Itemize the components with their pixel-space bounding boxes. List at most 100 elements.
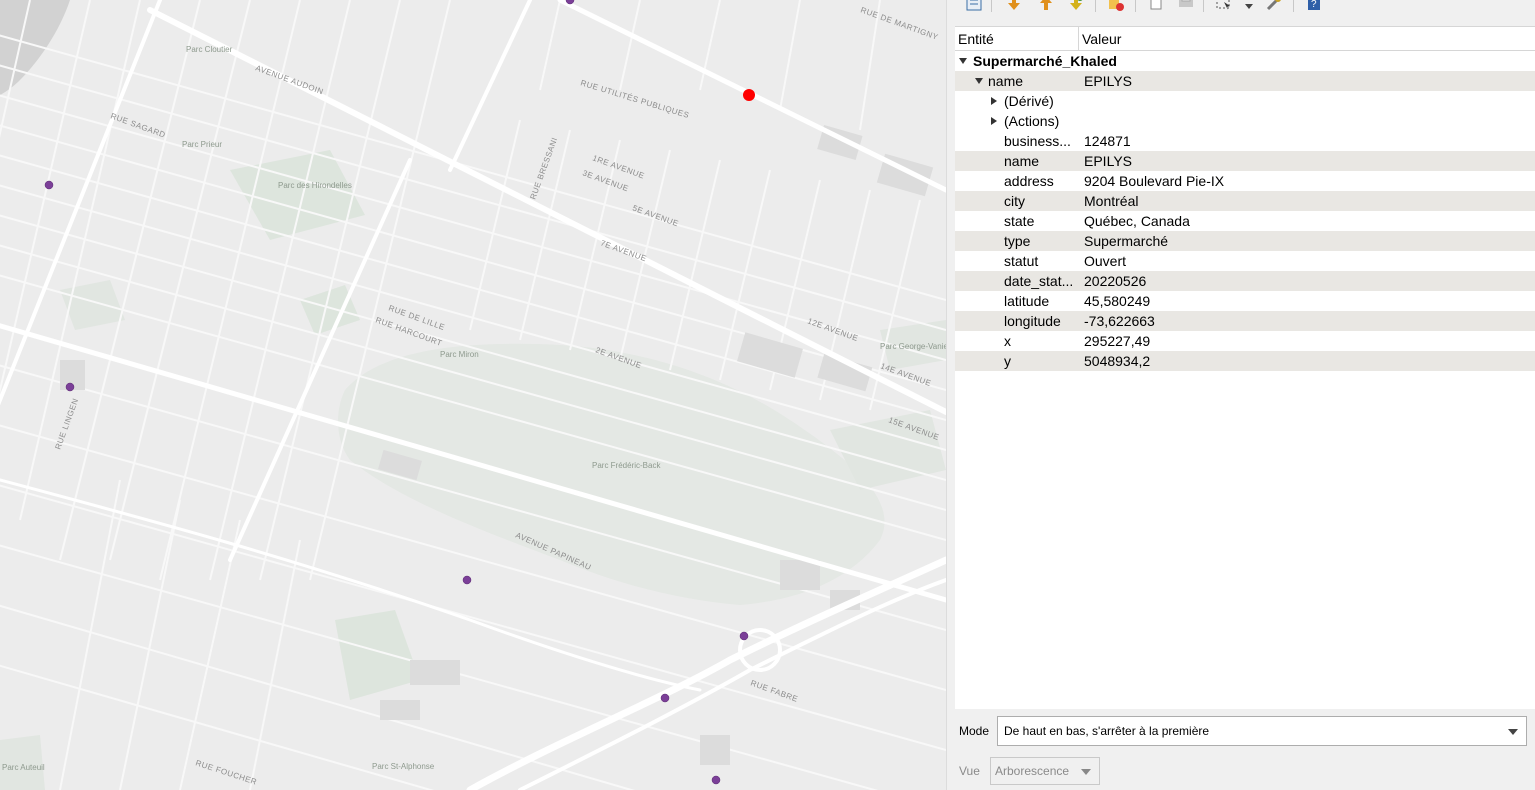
- expand-icon[interactable]: [1005, 0, 1023, 12]
- selected-map-point: [743, 89, 755, 101]
- feature-row[interactable]: name EPILYS: [955, 71, 1535, 91]
- attribute-row[interactable]: state Québec, Canada: [955, 211, 1535, 231]
- svg-text:Parc Cloutier: Parc Cloutier: [186, 45, 233, 54]
- attribute-row[interactable]: latitude 45,580249: [955, 291, 1535, 311]
- column-header-value[interactable]: Valeur: [1079, 27, 1121, 50]
- attribute-key: name: [1004, 153, 1040, 169]
- view-row: Vue Arborescence: [955, 757, 1535, 785]
- toolbar-separator: [1293, 0, 1294, 12]
- mode-select[interactable]: De haut en bas, s'arrêter à la première: [997, 716, 1527, 746]
- attribute-row[interactable]: longitude -73,622663: [955, 311, 1535, 331]
- attribute-key: x: [1004, 333, 1011, 349]
- attribute-row[interactable]: y 5048934,2: [955, 351, 1535, 371]
- view-label: Vue: [959, 764, 980, 778]
- attribute-value: Ouvert: [1084, 253, 1127, 269]
- map-point: [660, 693, 670, 703]
- feature-value: EPILYS: [1084, 73, 1132, 89]
- highlight-icon[interactable]: [1067, 0, 1085, 12]
- mode-row: Mode De haut en bas, s'arrêter à la prem…: [955, 716, 1535, 748]
- attribute-value: EPILYS: [1084, 153, 1132, 169]
- svg-text:Parc St-Alphonse: Parc St-Alphonse: [372, 762, 435, 771]
- attribute-value: -73,622663: [1084, 313, 1155, 329]
- attribute-value: 295227,49: [1084, 333, 1151, 349]
- attribute-key: date_stat...: [1004, 273, 1074, 289]
- attribute-key: statut: [1004, 253, 1039, 269]
- expand-all-icon[interactable]: [965, 0, 983, 12]
- attribute-value: 5048934,2: [1084, 353, 1151, 369]
- map-point: [65, 382, 75, 392]
- identify-results-panel: ? Entité Valeur Supermarché_Khaled name …: [955, 0, 1535, 790]
- attribute-key: city: [1004, 193, 1025, 209]
- attribute-value: Québec, Canada: [1084, 213, 1190, 229]
- derived-label: (Dérivé): [1004, 93, 1054, 109]
- attribute-key: y: [1004, 353, 1011, 369]
- chevron-down-icon: [1081, 769, 1091, 775]
- attribute-row[interactable]: type Supermarché: [955, 231, 1535, 251]
- attribute-key: type: [1004, 233, 1031, 249]
- map-layer: AVENUE AUDOIN RUE SAGARD RUE DE LILLE RU…: [0, 0, 946, 790]
- svg-text:Parc Auteuil: Parc Auteuil: [2, 763, 45, 772]
- copy-feature-icon[interactable]: [1147, 0, 1165, 12]
- actions-label: (Actions): [1004, 113, 1060, 129]
- collapse-arrow-icon[interactable]: [975, 78, 983, 84]
- toolbar-separator: [1135, 0, 1136, 12]
- attribute-key: business...: [1004, 133, 1071, 149]
- identify-results-tree[interactable]: Entité Valeur Supermarché_Khaled name EP…: [955, 26, 1535, 709]
- expand-arrow-icon[interactable]: [991, 97, 997, 105]
- attribute-value: Supermarché: [1084, 233, 1169, 249]
- view-select[interactable]: Arborescence: [990, 757, 1100, 785]
- attribute-value: 124871: [1084, 133, 1131, 149]
- map-point: [44, 180, 54, 190]
- svg-text:Parc George-Vanier: Parc George-Vanier: [880, 342, 946, 351]
- chevron-down-icon: [1508, 729, 1518, 735]
- attribute-row[interactable]: date_stat... 20220526: [955, 271, 1535, 291]
- collapse-arrow-icon[interactable]: [959, 58, 967, 64]
- tree-header: Entité Valeur: [955, 27, 1535, 51]
- map-point: [462, 575, 472, 585]
- map-point: [711, 775, 721, 785]
- svg-text:Parc des Hirondelles: Parc des Hirondelles: [278, 181, 352, 190]
- map-canvas[interactable]: AVENUE AUDOIN RUE SAGARD RUE DE LILLE RU…: [0, 0, 946, 790]
- attribute-row[interactable]: name EPILYS: [955, 151, 1535, 171]
- attribute-value: Montréal: [1084, 193, 1139, 209]
- layer-row[interactable]: Supermarché_Khaled: [955, 51, 1535, 71]
- help-icon[interactable]: ?: [1305, 0, 1323, 12]
- attribute-key: state: [1004, 213, 1035, 229]
- column-header-entity[interactable]: Entité: [955, 27, 1079, 50]
- toolbar-separator: [1095, 0, 1096, 12]
- svg-text:Parc Prieur: Parc Prieur: [182, 140, 222, 149]
- feature-key: name: [988, 73, 1024, 89]
- view-select-value: Arborescence: [995, 764, 1070, 778]
- collapse-icon[interactable]: [1037, 0, 1055, 12]
- actions-row[interactable]: (Actions): [955, 111, 1535, 131]
- attribute-value: 45,580249: [1084, 293, 1151, 309]
- select-features-icon[interactable]: [1215, 0, 1233, 12]
- attribute-row[interactable]: business... 124871: [955, 131, 1535, 151]
- toolbar-separator: [991, 0, 992, 12]
- expand-arrow-icon[interactable]: [991, 117, 997, 125]
- clear-highlights-icon[interactable]: [1107, 0, 1125, 12]
- toolbar-separator: [1203, 0, 1204, 12]
- attribute-value: 20220526: [1084, 273, 1147, 289]
- attribute-row[interactable]: x 295227,49: [955, 331, 1535, 351]
- derived-row[interactable]: (Dérivé): [955, 91, 1535, 111]
- print-icon[interactable]: [1177, 0, 1195, 12]
- svg-text:Parc Miron: Parc Miron: [440, 350, 479, 359]
- svg-text:Parc Frédéric-Back: Parc Frédéric-Back: [592, 461, 661, 470]
- attribute-list: business... 124871 name EPILYS address 9204 B…: [955, 131, 1535, 371]
- attribute-row[interactable]: city Montréal: [955, 191, 1535, 211]
- attribute-row[interactable]: address 9204 Boulevard Pie-IX: [955, 171, 1535, 191]
- settings-icon[interactable]: [1265, 0, 1283, 12]
- map-point: [739, 631, 749, 641]
- attribute-key: latitude: [1004, 293, 1050, 309]
- attribute-value: 9204 Boulevard Pie-IX: [1084, 173, 1225, 189]
- attribute-row[interactable]: statut Ouvert: [955, 251, 1535, 271]
- mode-select-value: De haut en bas, s'arrêter à la première: [1004, 724, 1210, 738]
- svg-text:?: ?: [1311, 0, 1317, 10]
- chevron-down-icon[interactable]: [1245, 4, 1253, 9]
- layer-name: Supermarché_Khaled: [973, 53, 1117, 69]
- attribute-key: address: [1004, 173, 1054, 189]
- identify-toolbar: ?: [955, 0, 1535, 26]
- mode-label: Mode: [959, 724, 990, 738]
- attribute-key: longitude: [1004, 313, 1061, 329]
